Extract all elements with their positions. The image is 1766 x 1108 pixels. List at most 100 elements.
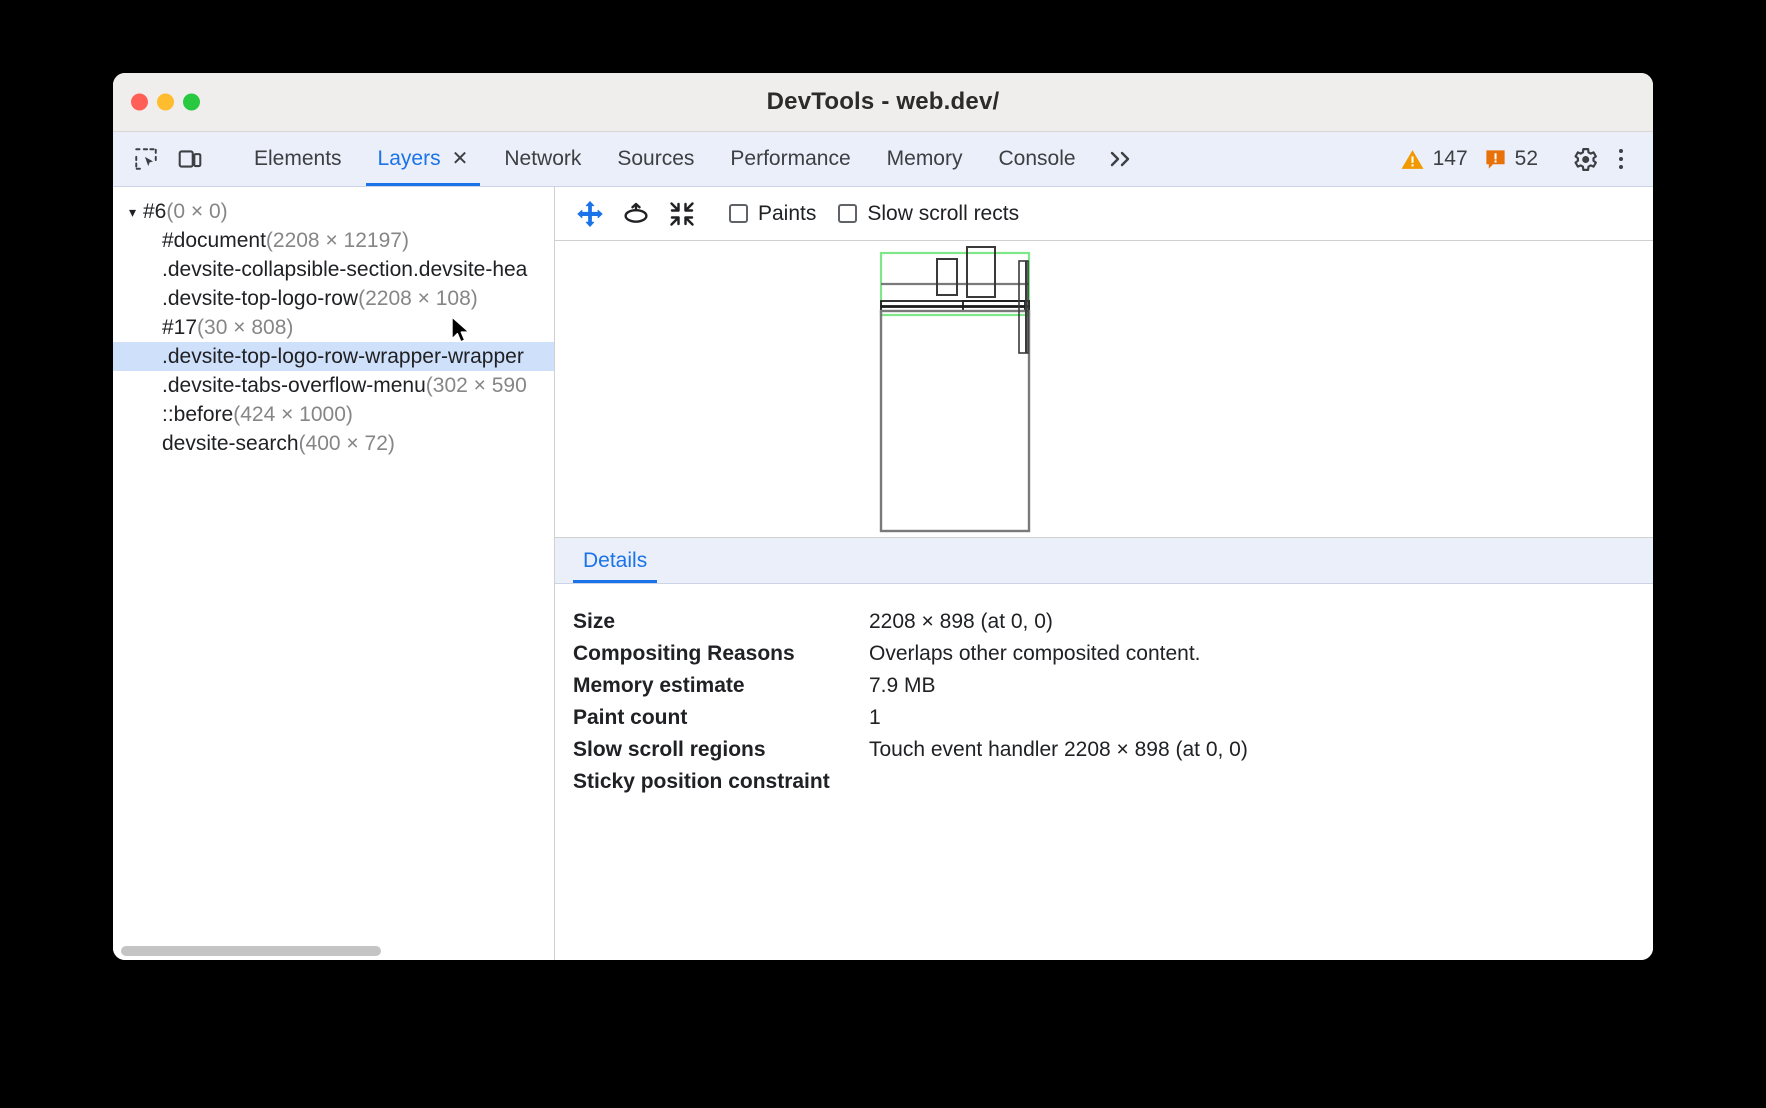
tab-memory[interactable]: Memory bbox=[869, 132, 981, 186]
layer-name: devsite-search bbox=[162, 432, 299, 455]
warning-triangle-icon bbox=[1400, 147, 1425, 172]
tree-row[interactable]: devsite-search(400 × 72) bbox=[113, 429, 554, 458]
tree-row[interactable]: .devsite-top-logo-row(2208 × 108) bbox=[113, 284, 554, 313]
scrollbar-thumb[interactable] bbox=[121, 946, 381, 956]
details-tabbar: Details bbox=[555, 538, 1653, 584]
layer-name: #document bbox=[162, 229, 266, 252]
tree-row[interactable]: ::before(424 × 1000) bbox=[113, 400, 554, 429]
rotate-icon bbox=[621, 199, 651, 229]
device-toolbar-icon[interactable] bbox=[171, 140, 209, 178]
tab-network[interactable]: Network bbox=[486, 132, 599, 186]
detail-value: 7.9 MB bbox=[869, 674, 936, 698]
expand-arrow-icon[interactable]: ▾ bbox=[129, 198, 143, 226]
slow-scroll-rects-checkbox[interactable]: Slow scroll rects bbox=[838, 202, 1019, 226]
devtools-window: DevTools - web.dev/ bbox=[113, 73, 1653, 960]
detail-row: Size 2208 × 898 (at 0, 0) bbox=[573, 606, 1653, 638]
close-window-button[interactable] bbox=[131, 94, 148, 111]
issues-badge[interactable]: 52 bbox=[1480, 147, 1542, 171]
detail-row: Sticky position constraint bbox=[573, 766, 1653, 798]
checkbox-label: Slow scroll rects bbox=[867, 202, 1019, 226]
warnings-count: 147 bbox=[1433, 147, 1468, 171]
tree-row[interactable]: #17(30 × 808) bbox=[113, 313, 554, 342]
detail-row: Paint count 1 bbox=[573, 702, 1653, 734]
tab-performance[interactable]: Performance bbox=[712, 132, 868, 186]
layer-dims: (2208 × 12197) bbox=[266, 229, 409, 252]
layer-name: .devsite-collapsible-section.devsite-hea bbox=[162, 258, 527, 281]
checkbox-box[interactable] bbox=[729, 204, 748, 223]
layer-dims: (424 × 1000) bbox=[233, 403, 353, 426]
detail-key: Size bbox=[573, 610, 869, 634]
tabbar-tool-icons bbox=[113, 132, 236, 186]
layer-3d-view[interactable] bbox=[555, 241, 1653, 538]
layer-viewer-toolbar: Paints Slow scroll rects bbox=[555, 187, 1653, 241]
checkbox-box[interactable] bbox=[838, 204, 857, 223]
layer-dims: (30 × 808) bbox=[197, 316, 293, 339]
tab-layers[interactable]: Layers ✕ bbox=[360, 132, 487, 186]
window-titlebar: DevTools - web.dev/ bbox=[113, 73, 1653, 132]
checkbox-label: Paints bbox=[758, 202, 816, 226]
layer-stack-rendering bbox=[555, 241, 1473, 537]
pan-mode-button[interactable] bbox=[569, 193, 611, 235]
detail-key: Slow scroll regions bbox=[573, 738, 869, 762]
tab-label: Network bbox=[504, 147, 581, 171]
four-way-arrow-icon bbox=[575, 199, 605, 229]
layer-detail-pane: Paints Slow scroll rects bbox=[555, 187, 1653, 960]
tab-sources[interactable]: Sources bbox=[599, 132, 712, 186]
layer-dims: (302 × 590 bbox=[426, 374, 527, 397]
layer-dims: (0 × 0) bbox=[166, 200, 227, 223]
tab-elements[interactable]: Elements bbox=[236, 132, 360, 186]
minimize-window-button[interactable] bbox=[157, 94, 174, 111]
layer-tree-pane: ▾#6(0 × 0) #document(2208 × 12197) .devs… bbox=[113, 187, 555, 960]
more-tabs-icon[interactable] bbox=[1094, 132, 1150, 186]
close-icon[interactable]: ✕ bbox=[452, 149, 469, 169]
collapse-arrows-icon bbox=[668, 200, 696, 228]
layer-name: #17 bbox=[162, 316, 197, 339]
tabbar-right-tools bbox=[1565, 132, 1653, 186]
detail-key: Memory estimate bbox=[573, 674, 869, 698]
tree-row[interactable]: .devsite-collapsible-section.devsite-hea bbox=[113, 255, 554, 284]
issues-bubble-icon bbox=[1484, 148, 1507, 171]
paints-checkbox[interactable]: Paints bbox=[729, 202, 816, 226]
tree-row[interactable]: .devsite-tabs-overflow-menu(302 × 590 bbox=[113, 371, 554, 400]
layer-dims: (2208 × 108) bbox=[358, 287, 478, 310]
layer-dims: (400 × 72) bbox=[299, 432, 395, 455]
detail-value: Touch event handler 2208 × 898 (at 0, 0) bbox=[869, 738, 1248, 762]
tab-label: Sources bbox=[617, 147, 694, 171]
reset-view-button[interactable] bbox=[661, 193, 703, 235]
details-tab-label: Details bbox=[583, 549, 647, 573]
tab-label: Performance bbox=[730, 147, 850, 171]
devtools-body: ▾#6(0 × 0) #document(2208 × 12197) .devs… bbox=[113, 187, 1653, 960]
layer-name: .devsite-top-logo-row bbox=[162, 287, 358, 310]
detail-row: Slow scroll regions Touch event handler … bbox=[573, 734, 1653, 766]
detail-value: Overlaps other composited content. bbox=[869, 642, 1201, 666]
layer-name: .devsite-tabs-overflow-menu bbox=[162, 374, 426, 397]
layer-name: ::before bbox=[162, 403, 233, 426]
inspect-element-icon[interactable] bbox=[127, 140, 165, 178]
gear-icon[interactable] bbox=[1565, 140, 1603, 178]
detail-key: Sticky position constraint bbox=[573, 770, 869, 794]
tree-row-selected[interactable]: .devsite-top-logo-row-wrapper-wrapper bbox=[113, 342, 554, 371]
tab-label: Memory bbox=[887, 147, 963, 171]
detail-value: 2208 × 898 (at 0, 0) bbox=[869, 610, 1053, 634]
layer-tree: ▾#6(0 × 0) #document(2208 × 12197) .devs… bbox=[113, 187, 554, 458]
maximize-window-button[interactable] bbox=[183, 94, 200, 111]
detail-key: Compositing Reasons bbox=[573, 642, 869, 666]
tab-label: Layers bbox=[378, 147, 441, 171]
issues-count: 52 bbox=[1515, 147, 1538, 171]
kebab-menu-icon[interactable] bbox=[1603, 140, 1639, 178]
detail-row: Compositing Reasons Overlaps other compo… bbox=[573, 638, 1653, 670]
tab-console[interactable]: Console bbox=[980, 132, 1093, 186]
tree-row[interactable]: #document(2208 × 12197) bbox=[113, 226, 554, 255]
layer-name: .devsite-top-logo-row-wrapper-wrapper bbox=[162, 345, 524, 368]
panel-tabs: Elements Layers ✕ Network Sources Perfor… bbox=[236, 132, 1396, 186]
detail-key: Paint count bbox=[573, 706, 869, 730]
rotate-mode-button[interactable] bbox=[615, 193, 657, 235]
tab-label: Console bbox=[998, 147, 1075, 171]
warnings-badge[interactable]: 147 bbox=[1396, 147, 1472, 172]
tree-row[interactable]: ▾#6(0 × 0) bbox=[113, 197, 554, 226]
tab-details[interactable]: Details bbox=[573, 538, 657, 583]
window-title: DevTools - web.dev/ bbox=[113, 88, 1653, 116]
devtools-tabbar: Elements Layers ✕ Network Sources Perfor… bbox=[113, 132, 1653, 187]
details-content: Size 2208 × 898 (at 0, 0) Compositing Re… bbox=[555, 584, 1653, 960]
horizontal-scrollbar[interactable] bbox=[113, 944, 554, 958]
